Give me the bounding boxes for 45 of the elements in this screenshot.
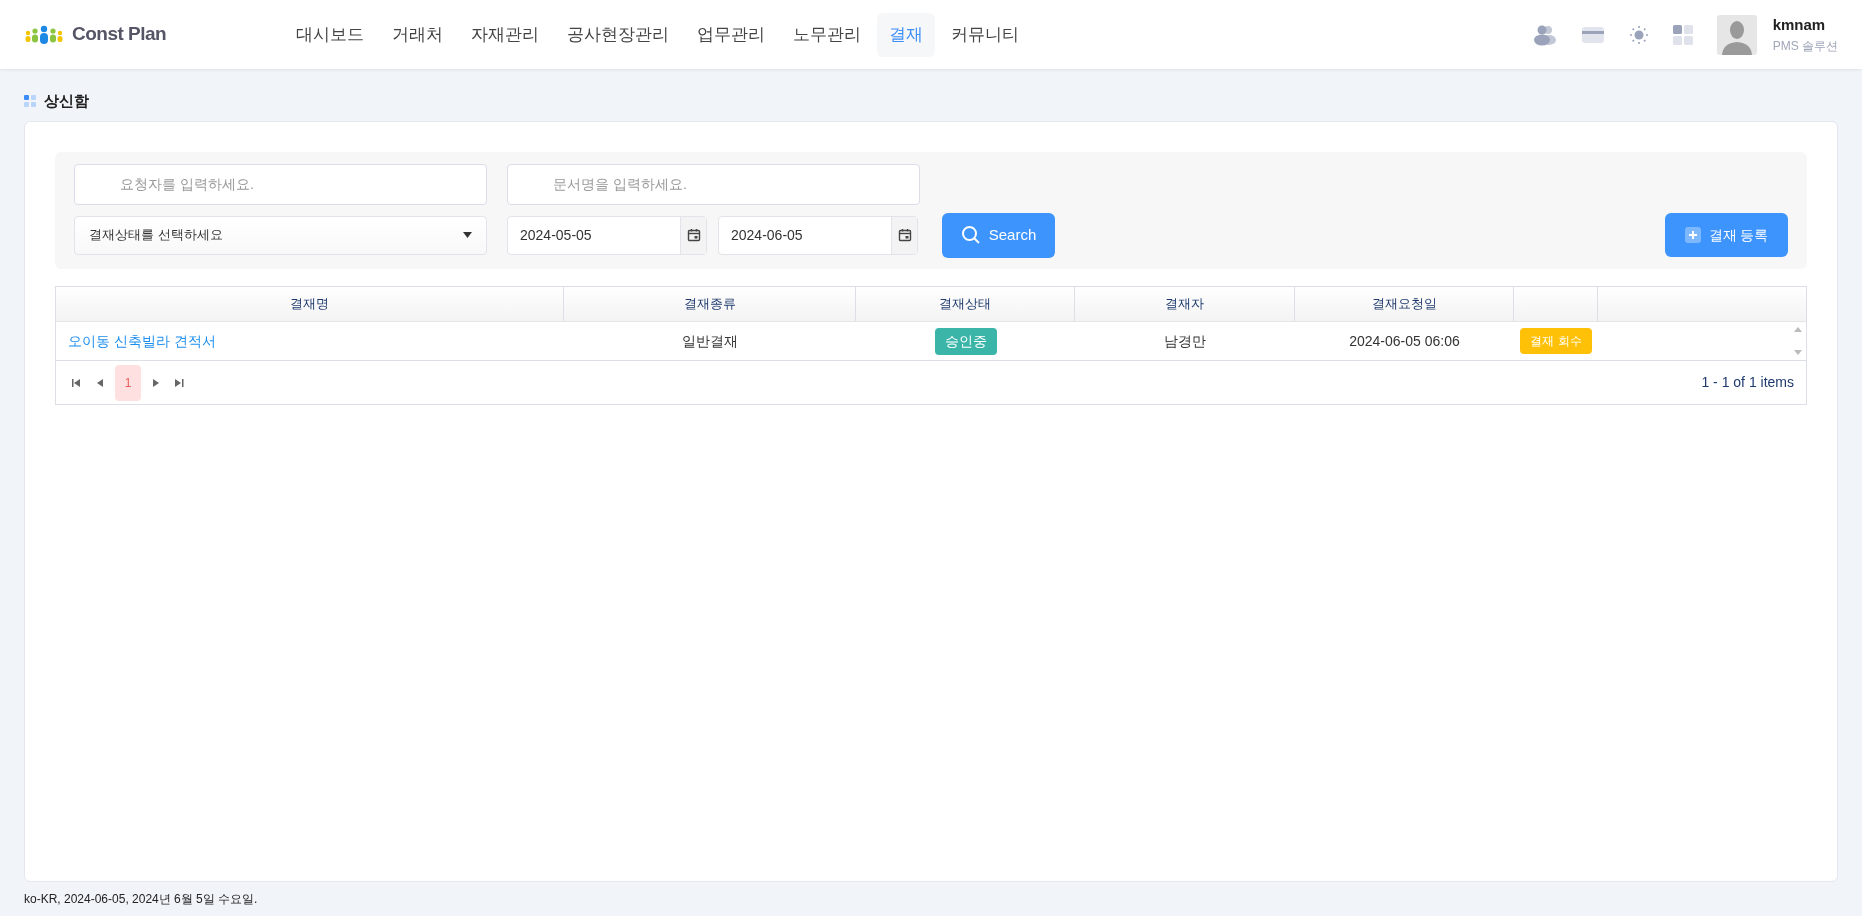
nav-tab[interactable]: 거래처 xyxy=(380,12,455,57)
column-header[interactable]: 결재명 xyxy=(56,287,564,321)
search-icon xyxy=(960,225,981,245)
grid-icon[interactable] xyxy=(1672,24,1693,45)
nav-tab[interactable]: 커뮤니티 xyxy=(939,12,1031,57)
nav-tab[interactable]: 노무관리 xyxy=(781,12,873,57)
plus-icon xyxy=(1684,227,1701,243)
column-header[interactable]: 결재상태 xyxy=(856,287,1075,321)
logo-people-icon xyxy=(24,24,64,45)
end-date-picker[interactable]: 2024-06-05 xyxy=(718,215,918,255)
requester-input[interactable]: 요청자를 입력하세요. xyxy=(74,163,487,205)
nav-tab[interactable]: 자재관리 xyxy=(459,12,551,57)
sun-icon[interactable] xyxy=(1628,24,1649,45)
dropdown-caret-icon xyxy=(463,232,472,238)
table-cell-text: 2024-06-05 06:06 xyxy=(1348,331,1461,351)
start-date-picker[interactable]: 2024-05-05 xyxy=(507,215,707,255)
column-header[interactable]: 결재종류 xyxy=(564,287,856,321)
title-grid-icon xyxy=(24,95,36,107)
user-role: PMS 솔루션 xyxy=(1772,37,1838,55)
avatar-silhouette[interactable] xyxy=(1716,14,1757,55)
status-select[interactable]: 결재상태를 선택하세요 xyxy=(74,215,487,255)
column-header[interactable]: 결재요청일 xyxy=(1295,287,1514,321)
card-icon[interactable] xyxy=(1580,25,1605,44)
calendar-icon xyxy=(686,228,701,242)
users-icon[interactable] xyxy=(1532,23,1557,46)
table-cell-text: 남경만 xyxy=(1163,331,1207,351)
prev-page-icon[interactable] xyxy=(97,378,103,387)
pager-summary: 1 - 1 of 1 items xyxy=(1701,373,1794,392)
last-page-icon[interactable] xyxy=(175,378,184,387)
calendar-icon xyxy=(897,228,912,242)
footer-text: ko-KR, 2024-06-05, 2024년 6월 5일 수요일. xyxy=(24,891,259,908)
user-name: kmnam xyxy=(1772,15,1827,36)
scrollbar-drawing xyxy=(1793,325,1803,357)
status-badge: 승인중 xyxy=(934,327,997,355)
table-cell-text: 일반결재 xyxy=(681,331,739,351)
nav-tab[interactable]: 업무관리 xyxy=(685,12,777,57)
document-link[interactable]: 오이동 신축빌라 견적서 xyxy=(68,332,216,349)
first-page-icon[interactable] xyxy=(72,378,81,387)
next-page-icon[interactable] xyxy=(153,378,159,387)
column-header[interactable]: 결재자 xyxy=(1075,287,1295,321)
page-title: 상신함 xyxy=(44,90,89,111)
nav-tab[interactable]: 공사현장관리 xyxy=(555,12,681,57)
nav-tab[interactable]: 대시보드 xyxy=(284,12,376,57)
logo-text: Const Plan xyxy=(72,22,167,47)
document-input[interactable]: 문서명을 입력하세요. xyxy=(507,163,920,205)
